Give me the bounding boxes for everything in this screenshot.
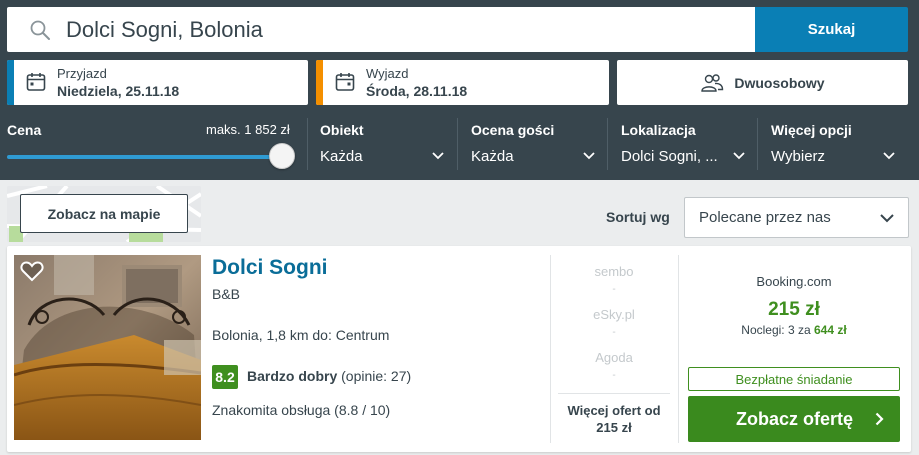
best-offer-provider: Booking.com	[756, 274, 832, 289]
location-filter-label: Lokalizacja	[621, 122, 696, 138]
search-button[interactable]: Szukaj	[755, 7, 908, 52]
alt-offer-provider[interactable]: Agoda	[550, 350, 678, 365]
more-options-label: Więcej opcji	[771, 122, 852, 138]
price-slider-handle[interactable]	[269, 143, 295, 169]
alt-offer-price: -	[612, 327, 616, 338]
filter-divider	[307, 118, 308, 170]
property-filter[interactable]: Obiekt Każda	[320, 118, 450, 174]
hotel-photo[interactable]	[14, 255, 201, 440]
room-type-label: Dwuosobowy	[734, 74, 825, 91]
checkin-date: Niedziela, 25.11.18	[57, 83, 180, 99]
more-options-value: Wybierz	[771, 148, 826, 165]
chevron-down-icon	[583, 152, 595, 160]
chevron-down-icon	[733, 152, 745, 160]
location-filter[interactable]: Lokalizacja Dolci Sogni, ...	[621, 118, 751, 174]
rating-score-badge: 8.2	[212, 365, 238, 389]
checkout-label: Wyjazd	[366, 66, 409, 81]
view-deal-label: Zobacz ofertę	[736, 409, 854, 429]
checkout-accent	[316, 60, 323, 105]
calendar-icon	[26, 73, 46, 91]
rating-word: Bardzo dobry	[247, 368, 338, 384]
guest-rating-filter-value: Każda	[471, 148, 514, 165]
nights-total-price: 644 zł	[814, 323, 847, 337]
calendar-icon	[335, 73, 355, 91]
price-max-label: maks. 1 852 zł	[206, 122, 290, 137]
chevron-down-icon	[432, 152, 444, 160]
property-filter-value: Każda	[320, 148, 363, 165]
review-highlight: Znakomita obsługa (8.8 / 10)	[212, 402, 391, 418]
filter-divider	[757, 118, 758, 170]
price-filter-label: Cena	[7, 122, 42, 138]
chevron-down-icon	[880, 214, 894, 223]
checkout-field[interactable]: Wyjazd Środa, 28.11.18	[316, 60, 609, 105]
more-offers-link[interactable]: Więcej ofert od 215 zł	[550, 402, 678, 436]
offers-divider	[558, 393, 670, 394]
more-offers-line1: Więcej ofert od	[567, 403, 661, 418]
location-filter-value: Dolci Sogni, ...	[621, 148, 718, 165]
price-slider-track[interactable]	[7, 155, 282, 159]
sort-dropdown[interactable]: Polecane przez nas	[684, 197, 909, 238]
show-on-map-button[interactable]: Zobacz na mapie	[20, 194, 188, 233]
chevron-right-icon	[875, 412, 884, 426]
hotel-type: B&B	[212, 286, 241, 302]
guests-icon	[701, 73, 724, 92]
guest-rating-filter[interactable]: Ocena gości Każda	[471, 118, 601, 174]
search-input[interactable]: Dolci Sogni, Bolonia	[7, 7, 755, 52]
chevron-down-icon	[883, 152, 895, 160]
best-offer-price: 215 zł	[768, 299, 820, 320]
checkin-field[interactable]: Przyjazd Niedziela, 25.11.18	[7, 60, 308, 105]
sort-value: Polecane przez nas	[699, 209, 831, 226]
room-selector[interactable]: Dwuosobowy	[617, 60, 908, 105]
nights-prefix: Noclegi: 3 za	[741, 323, 811, 337]
free-breakfast-badge: Bezpłatne śniadanie	[688, 367, 900, 391]
nights-total: Noclegi: 3 za 644 zł	[688, 323, 900, 337]
more-offers-line2: 215 zł	[596, 420, 632, 435]
alt-offer-price: -	[612, 370, 616, 381]
hotel-location: Bolonia, 1,8 km do: Centrum	[212, 327, 390, 343]
column-divider	[678, 255, 679, 443]
guest-rating-filter-label: Ocena gości	[471, 122, 555, 138]
view-deal-button[interactable]: Zobacz ofertę	[688, 396, 900, 442]
alt-offer-price: -	[612, 284, 616, 295]
hotel-photo-image	[14, 255, 201, 440]
search-icon	[30, 20, 50, 40]
filter-divider	[457, 118, 458, 170]
more-options-filter[interactable]: Więcej opcji Wybierz	[771, 118, 901, 174]
favorite-heart-icon[interactable]	[20, 260, 44, 282]
checkin-label: Przyjazd	[57, 66, 107, 81]
search-query: Dolci Sogni, Bolonia	[66, 17, 263, 42]
rating-summary[interactable]: Bardzo dobry (opinie: 27)	[247, 368, 411, 384]
alt-offer-provider[interactable]: eSky.pl	[550, 307, 678, 322]
property-filter-label: Obiekt	[320, 122, 364, 138]
checkin-accent	[7, 60, 14, 105]
checkout-date: Środa, 28.11.18	[366, 83, 468, 99]
review-count: (opinie: 27)	[341, 368, 412, 384]
hotel-name-link[interactable]: Dolci Sogni	[212, 256, 328, 280]
alt-offer-provider[interactable]: sembo	[550, 264, 678, 279]
sort-label: Sortuj wg	[606, 209, 670, 225]
filter-divider	[607, 118, 608, 170]
